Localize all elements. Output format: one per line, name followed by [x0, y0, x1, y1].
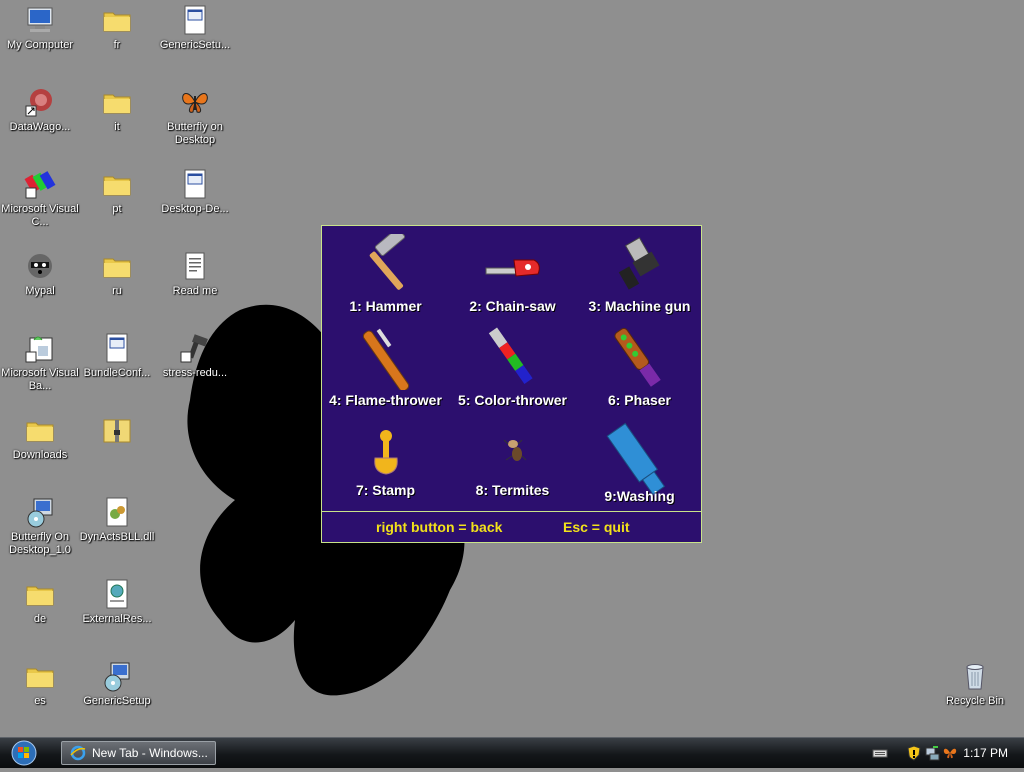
visual-c-icon: [24, 171, 56, 199]
folder-icon: [26, 586, 54, 606]
desktop-icon-stress-reducer[interactable]: stress-redu...: [156, 330, 234, 380]
desktop-icon-recycle-bin[interactable]: Recycle Bin: [936, 658, 1014, 708]
phaser-icon: [613, 327, 661, 387]
folder-icon: [103, 176, 131, 196]
folder-icon: [26, 422, 54, 442]
footer-quit-hint: Esc = quit: [563, 519, 630, 535]
desktop-icon-es[interactable]: es: [1, 658, 79, 708]
stress-reducer-tool-panel: 1: Hammer 2: Chain-saw 3: Machine gun 4:…: [321, 225, 702, 543]
tool-phaser[interactable]: 6: Phaser: [576, 324, 703, 408]
folder-icon: [103, 12, 131, 32]
stamp-icon: [373, 430, 398, 475]
taskbar-button-label: New Tab - Windows...: [92, 746, 208, 760]
installer-icon: [27, 498, 53, 528]
desktop-icon-readme[interactable]: Read me: [156, 248, 234, 298]
color-thrower-icon: [488, 327, 533, 384]
tool-machine-gun[interactable]: 3: Machine gun: [576, 234, 703, 314]
network-icon[interactable]: [924, 745, 940, 761]
desktop-icon-externalres[interactable]: ExternalRes...: [78, 576, 156, 626]
desktop-icon-my-computer[interactable]: My Computer: [1, 2, 79, 52]
dll-icon: [106, 497, 128, 527]
web-document-icon: [106, 579, 128, 609]
desktop-icon-it[interactable]: it: [78, 84, 156, 134]
desktop-icon-butterfly[interactable]: Butterfly on Desktop: [156, 84, 234, 147]
desktop-icon-bundleconf[interactable]: BundleConf...: [78, 330, 156, 380]
desktop-icon-pt[interactable]: pt: [78, 166, 156, 216]
zip-folder-icon: [103, 419, 131, 443]
folder-icon: [103, 94, 131, 114]
internet-explorer-icon: [70, 745, 86, 761]
footer-back-hint: right button = back: [376, 519, 503, 535]
keyboard-icon[interactable]: [872, 745, 888, 761]
start-button[interactable]: [6, 739, 42, 767]
taskbar-button-new-tab[interactable]: New Tab - Windows...: [61, 741, 216, 765]
visual-basic-icon: [25, 336, 53, 363]
recycle-bin-icon: [966, 664, 984, 690]
computer-icon: [27, 7, 53, 32]
desktop-icon-butterfly-installer[interactable]: Butterfly On Desktop_1.0: [1, 494, 79, 557]
desktop-icon-ru[interactable]: ru: [78, 248, 156, 298]
desktop-icon-zip-folder[interactable]: [78, 412, 156, 449]
folder-icon: [103, 258, 131, 278]
desktop-icon-dynactsbll[interactable]: DynActsBLL.dll: [78, 494, 156, 544]
installer-icon: [104, 662, 130, 692]
termites-icon: [503, 439, 526, 461]
tool-hammer[interactable]: 1: Hammer: [322, 234, 449, 314]
desktop-icon-mypal[interactable]: Mypal: [1, 248, 79, 298]
raccoon-icon: [28, 254, 52, 278]
windows-logo-icon: [11, 740, 37, 766]
security-shield-icon[interactable]: [906, 745, 922, 761]
app-window-icon: [184, 5, 206, 35]
chainsaw-icon: [485, 259, 540, 277]
datawagon-shortcut-icon: [25, 89, 52, 117]
desktop-icon-desktop-de[interactable]: Desktop-De...: [156, 166, 234, 216]
tool-termites[interactable]: 8: Termites: [449, 426, 576, 498]
machine-gun-icon: [618, 237, 660, 290]
system-tray: 1:17 PM: [864, 738, 1024, 768]
clock[interactable]: 1:17 PM: [963, 746, 1008, 760]
tool-flame-thrower[interactable]: 4: Flame-thrower: [322, 324, 449, 408]
butterfly-icon: [182, 93, 208, 113]
tool-washing[interactable]: 9:Washing: [576, 422, 703, 504]
desktop-icon-de[interactable]: de: [1, 576, 79, 626]
game-footer: right button = back Esc = quit: [322, 511, 701, 542]
desktop-icon-genericsetu[interactable]: GenericSetu...: [156, 2, 234, 52]
folder-icon: [26, 668, 54, 688]
butterfly-tray-icon[interactable]: [942, 745, 958, 761]
tool-color-thrower[interactable]: 5: Color-thrower: [449, 324, 576, 408]
hammer-icon: [369, 234, 405, 290]
desktop-icon-visual-c[interactable]: Microsoft Visual C...: [1, 166, 79, 229]
desktop-icon-fr[interactable]: fr: [78, 2, 156, 52]
desktop-icon-visual-basic[interactable]: Microsoft Visual Ba...: [1, 330, 79, 393]
tool-shortcut-icon: [180, 334, 208, 363]
app-window-icon: [106, 333, 128, 363]
text-document-icon: [185, 252, 205, 280]
app-window-icon: [184, 169, 206, 199]
tool-stamp[interactable]: 7: Stamp: [322, 426, 449, 498]
desktop-icon-downloads[interactable]: Downloads: [1, 412, 79, 462]
desktop-icon-genericsetup[interactable]: GenericSetup: [78, 658, 156, 708]
taskbar: New Tab - Windows... 1:17 PM: [0, 737, 1024, 768]
flamethrower-icon: [362, 328, 409, 390]
tool-chainsaw[interactable]: 2: Chain-saw: [449, 234, 576, 314]
desktop-icon-datawagon[interactable]: DataWago...: [1, 84, 79, 134]
